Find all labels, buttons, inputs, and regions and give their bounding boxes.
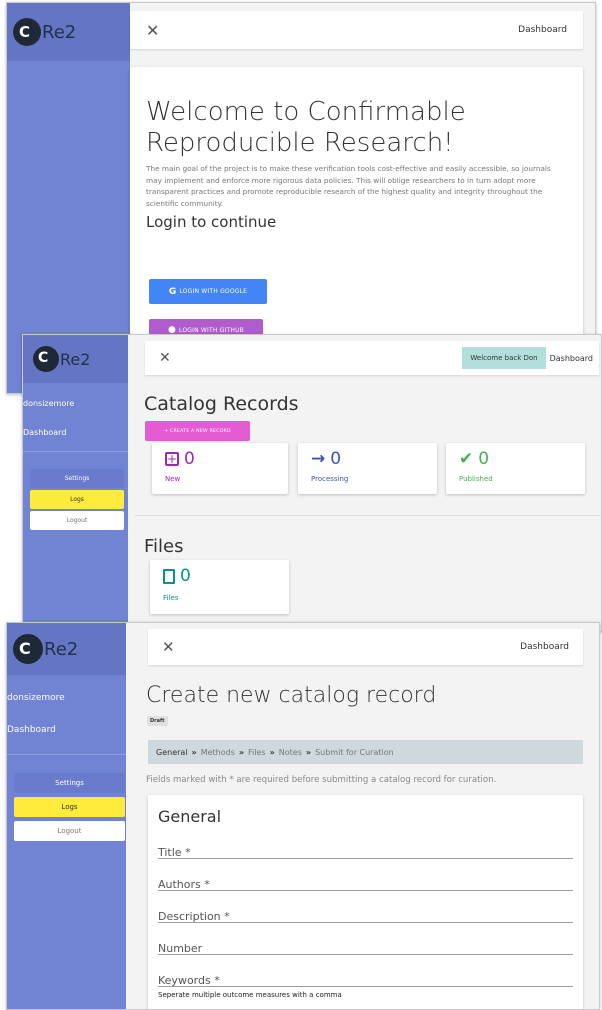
- login-google-button[interactable]: G LOGIN WITH GOOGLE: [149, 279, 267, 304]
- topbar-right: Welcome back Don Dashboard: [462, 341, 599, 375]
- stat-value-files: 0: [163, 566, 191, 586]
- logs-button[interactable]: Logs: [14, 797, 125, 817]
- field-label: Authors *: [158, 878, 210, 891]
- settings-button[interactable]: Settings: [30, 469, 124, 488]
- authors-field[interactable]: Authors *: [158, 875, 573, 891]
- sidebar-username[interactable]: donsizemore: [23, 399, 74, 408]
- stat-value-published: ✔ 0: [459, 449, 489, 469]
- step-general[interactable]: General: [156, 748, 188, 757]
- stat-number: 0: [330, 449, 342, 469]
- stat-label-published: Published: [459, 475, 493, 483]
- stat-number: 0: [478, 449, 490, 469]
- topbar: ✕ Dashboard: [148, 629, 583, 665]
- step-methods[interactable]: Methods: [201, 748, 235, 757]
- logo-letter: C: [19, 639, 31, 658]
- stat-card-processing[interactable]: → 0 Processing: [298, 443, 437, 494]
- file-icon: [163, 568, 175, 584]
- step-separator: »: [191, 747, 197, 757]
- google-icon: G: [168, 286, 177, 297]
- stat-card-published[interactable]: ✔ 0 Published: [446, 443, 585, 494]
- step-files[interactable]: Files: [248, 748, 266, 757]
- section-divider: [134, 515, 601, 516]
- dashboard-link[interactable]: Dashboard: [520, 642, 569, 652]
- step-separator: »: [305, 747, 312, 757]
- settings-button[interactable]: Settings: [14, 773, 125, 793]
- welcome-title: Welcome to Confirmable Reproducible Rese…: [146, 97, 466, 158]
- dashboard-link[interactable]: Dashboard: [518, 25, 567, 35]
- catalog-title: Catalog Records: [144, 393, 299, 415]
- welcome-badge: Welcome back Don: [462, 347, 546, 369]
- stat-number: 0: [180, 566, 191, 586]
- sidebar: C Re2 donsizemore Dashboard Settings Log…: [7, 623, 126, 1009]
- step-notes[interactable]: Notes: [279, 748, 302, 757]
- logo-icon: C: [33, 346, 59, 372]
- plus-square-icon: +: [165, 452, 179, 466]
- brand-name: Re2: [60, 349, 91, 369]
- stat-card-files[interactable]: 0 Files: [150, 560, 289, 614]
- keywords-helper: Seperate multiple outcome measures with …: [158, 991, 342, 999]
- sidebar-divider: [23, 451, 128, 452]
- logo-letter: C: [38, 350, 49, 366]
- arrow-right-icon: →: [311, 449, 326, 469]
- sidebar: C Re2 donsizemore Dashboard Settings Log…: [23, 335, 128, 631]
- stat-label-files: Files: [163, 594, 179, 602]
- check-icon: ✔: [459, 449, 474, 469]
- dashboard-link[interactable]: Dashboard: [550, 354, 593, 363]
- sidebar-username[interactable]: donsizemore: [7, 693, 65, 703]
- stat-value-processing: → 0: [311, 449, 341, 469]
- stat-label-processing: Processing: [311, 475, 349, 483]
- form-title: Create new catalog record: [146, 683, 437, 708]
- screenshot-dashboard: C Re2 donsizemore Dashboard Settings Log…: [22, 334, 602, 632]
- topbar: ✕ Dashboard: [130, 11, 583, 49]
- step-separator: »: [269, 747, 275, 757]
- sidebar-item-dashboard[interactable]: Dashboard: [23, 428, 66, 437]
- close-icon[interactable]: ✕: [162, 638, 175, 656]
- sidebar-item-dashboard[interactable]: Dashboard: [7, 725, 56, 735]
- topbar: ✕ Welcome back Don Dashboard: [145, 341, 599, 375]
- stepper: General » Methods » Files » Notes » Subm…: [148, 740, 583, 764]
- title-field[interactable]: Title *: [158, 843, 573, 859]
- create-record-button[interactable]: + CREATE A NEW RECORD: [145, 421, 250, 441]
- general-section: General Title * Authors * Description * …: [148, 795, 583, 1009]
- field-label: Number: [158, 942, 203, 955]
- stat-card-new[interactable]: + 0 New: [152, 443, 288, 494]
- stat-label-new: New: [165, 475, 181, 483]
- status-badge: Draft: [147, 716, 168, 726]
- required-hint: Fields marked with * are required before…: [146, 775, 497, 785]
- stat-number: 0: [184, 449, 195, 469]
- step-submit[interactable]: Submit for Curation: [315, 748, 394, 757]
- login-heading: Login to continue: [146, 213, 277, 231]
- stat-value-new: + 0: [165, 449, 195, 469]
- description-field[interactable]: Description *: [158, 907, 573, 923]
- brand[interactable]: C Re2: [7, 3, 130, 61]
- keywords-field[interactable]: Keywords *: [158, 971, 573, 987]
- logo-icon: C: [13, 18, 41, 46]
- close-icon[interactable]: ✕: [146, 21, 159, 40]
- brand-name: Re2: [42, 21, 77, 43]
- welcome-body: The main goal of the project is to make …: [146, 164, 551, 208]
- logo-icon: C: [13, 634, 43, 664]
- close-icon[interactable]: ✕: [159, 350, 171, 366]
- sidebar-divider: [7, 754, 126, 755]
- login-google-label: LOGIN WITH GOOGLE: [179, 288, 248, 295]
- field-label: Description *: [158, 910, 230, 923]
- brand[interactable]: C Re2: [7, 623, 126, 675]
- logo-letter: C: [19, 23, 31, 41]
- number-field[interactable]: Number: [158, 939, 573, 955]
- screenshot-create-record: C Re2 donsizemore Dashboard Settings Log…: [6, 622, 600, 1010]
- brand[interactable]: C Re2: [23, 335, 128, 383]
- field-label: Title *: [158, 846, 191, 859]
- logout-button[interactable]: Logout: [14, 821, 125, 841]
- field-label: Keywords *: [158, 974, 220, 987]
- section-title: General: [158, 807, 222, 826]
- files-title: Files: [144, 536, 184, 557]
- step-separator: »: [238, 747, 245, 757]
- login-github-label: LOGIN WITH GITHUB: [179, 326, 245, 334]
- brand-name: Re2: [44, 638, 79, 660]
- logs-button[interactable]: Logs: [30, 490, 124, 509]
- logout-button[interactable]: Logout: [30, 511, 124, 530]
